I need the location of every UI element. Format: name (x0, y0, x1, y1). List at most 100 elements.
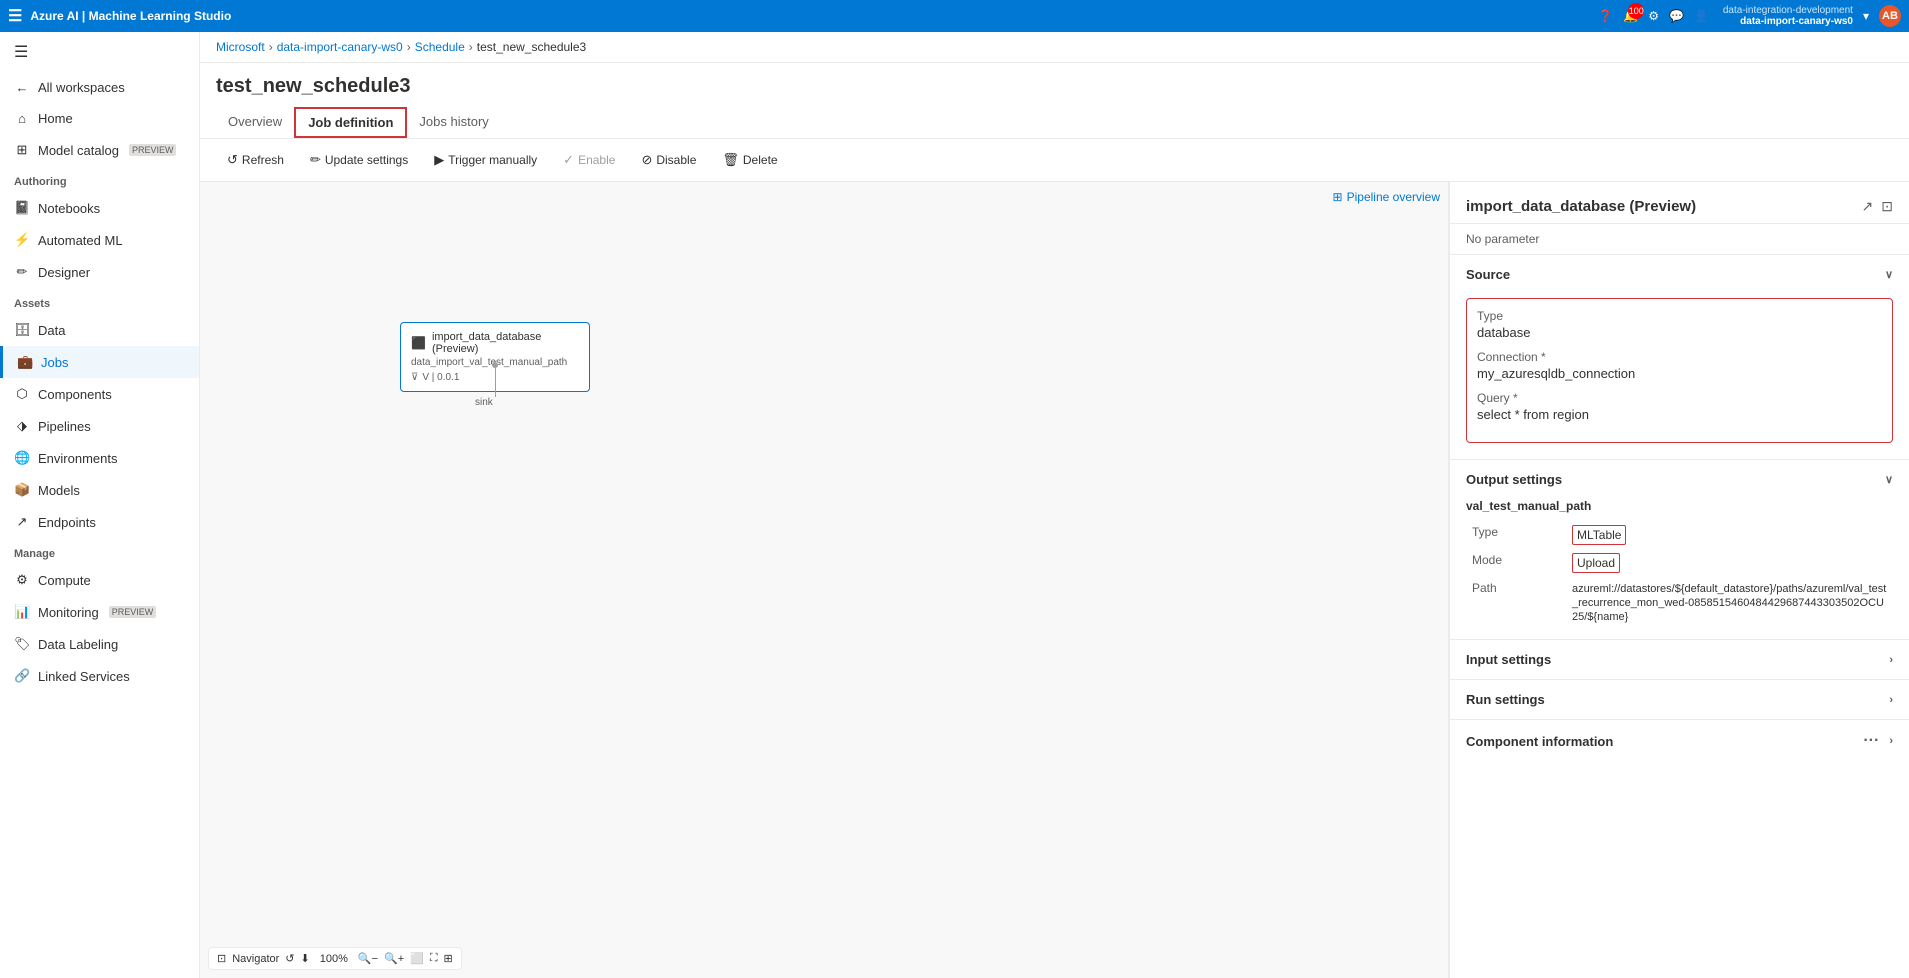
content-area: Microsoft › data-import-canary-ws0 › Sch… (200, 32, 1909, 978)
hamburger-icon[interactable]: ☰ (8, 6, 22, 26)
sidebar-item-compute[interactable]: ⚙ Compute (0, 564, 199, 596)
output-name: val_test_manual_path (1466, 499, 1893, 513)
sidebar-item-data-labeling[interactable]: 🏷 Data Labeling (0, 628, 199, 660)
trigger-manually-button[interactable]: ▶ Trigger manually (423, 147, 548, 173)
tab-job-definition[interactable]: Job definition (294, 107, 407, 138)
sidebar-item-data[interactable]: 🗄 Data (0, 314, 199, 346)
source-accordion-header[interactable]: Source ∨ (1450, 255, 1909, 294)
pipelines-icon: ⬗ (14, 418, 30, 434)
sidebar-label-endpoints: Endpoints (38, 515, 96, 530)
input-chevron-icon: › (1889, 654, 1893, 666)
back-icon: ← (14, 80, 30, 95)
zoom-level: 100% (320, 953, 348, 965)
refresh-icon: ↺ (227, 152, 238, 168)
sidebar-item-monitoring[interactable]: 📊 Monitoring PREVIEW (0, 596, 199, 628)
expand-icon[interactable]: ↗ (1862, 198, 1874, 215)
right-panel-header: import_data_database (Preview) ↗ ⊡ (1450, 182, 1909, 224)
sidebar-item-notebooks[interactable]: 📓 Notebooks (0, 192, 199, 224)
canvas-bottom-toolbar: ⊡ Navigator ↺ ⬇ 100% 🔍− 🔍+ ⬜ ⛶ ⊞ (208, 947, 462, 970)
zoom-out-icon[interactable]: 🔍− (358, 952, 378, 965)
pipeline-overview-icon: ⊞ (1333, 190, 1343, 204)
right-panel: import_data_database (Preview) ↗ ⊡ No pa… (1449, 182, 1909, 978)
designer-icon: ✏ (14, 264, 30, 280)
breadcrumb-microsoft[interactable]: Microsoft (216, 40, 265, 54)
settings-icon[interactable]: ⚙ (1648, 9, 1659, 23)
version-icon: ⊽ (411, 372, 418, 383)
help-icon[interactable]: ❓ (1598, 9, 1613, 23)
monitoring-preview-badge: PREVIEW (109, 606, 157, 618)
sidebar-label-data: Data (38, 323, 65, 338)
sidebar-item-components[interactable]: ⬡ Components (0, 378, 199, 410)
navigator-icon: ⊡ (217, 952, 226, 965)
endpoints-icon: ↗ (14, 514, 30, 530)
model-catalog-icon: ⊞ (14, 142, 30, 158)
fit-view-icon[interactable]: ⬜ (410, 952, 424, 965)
run-settings-accordion[interactable]: Run settings › (1450, 680, 1909, 720)
no-parameter: No parameter (1450, 224, 1909, 255)
output-mode-value: Upload (1566, 549, 1893, 577)
more-options-icon[interactable]: ··· (1863, 732, 1879, 750)
sidebar-item-model-catalog[interactable]: ⊞ Model catalog PREVIEW (0, 134, 199, 166)
connector-line (495, 367, 496, 397)
delete-button[interactable]: 🗑 Delete (711, 147, 788, 173)
type-field: Type database (1477, 309, 1882, 340)
sidebar-label-linked-services: Linked Services (38, 669, 130, 684)
input-settings-accordion[interactable]: Input settings › (1450, 640, 1909, 680)
zoom-in-icon[interactable]: 🔍+ (384, 952, 404, 965)
sidebar-item-models[interactable]: 📦 Models (0, 474, 199, 506)
fullscreen-icon[interactable]: ⛶ (430, 952, 438, 965)
sidebar-item-jobs[interactable]: 💼 Jobs (0, 346, 199, 378)
pipeline-overview-button[interactable]: ⊞ Pipeline overview (1333, 190, 1440, 204)
notification-icon[interactable]: 🔔 100 (1623, 9, 1638, 23)
user-icon[interactable]: 👤 (1694, 9, 1709, 23)
feedback-icon[interactable]: 💬 (1669, 9, 1684, 23)
topbar-left: ☰ Azure AI | Machine Learning Studio (8, 6, 231, 26)
tab-overview[interactable]: Overview (216, 106, 294, 139)
sidebar-item-environments[interactable]: 🌐 Environments (0, 442, 199, 474)
app-title: Azure AI | Machine Learning Studio (30, 9, 231, 23)
manage-header: Manage (0, 538, 199, 564)
breadcrumb-sep-2: › (407, 40, 411, 54)
component-info-label: Component information (1466, 734, 1613, 749)
download-icon[interactable]: ⬇ (301, 952, 310, 965)
refresh-button[interactable]: ↺ Refresh (216, 147, 295, 173)
sidebar-item-automated-ml[interactable]: ⚡ Automated ML (0, 224, 199, 256)
tab-jobs-history[interactable]: Jobs history (407, 106, 500, 139)
component-info-accordion[interactable]: Component information ··· › (1450, 720, 1909, 762)
sidebar-item-linked-services[interactable]: 🔗 Linked Services (0, 660, 199, 692)
enable-icon: ✓ (563, 152, 574, 168)
sidebar-hamburger[interactable]: ☰ (0, 32, 199, 72)
data-labeling-icon: 🏷 (14, 636, 30, 652)
enable-button[interactable]: ✓ Enable (552, 147, 626, 173)
breadcrumb-schedule[interactable]: Schedule (415, 40, 465, 54)
output-path-row: Path azureml://datastores/${default_data… (1466, 577, 1893, 627)
output-type-val: MLTable (1572, 525, 1626, 545)
breadcrumb-workspace[interactable]: data-import-canary-ws0 (277, 40, 403, 54)
sidebar-label-jobs: Jobs (41, 355, 68, 370)
sidebar-item-endpoints[interactable]: ↗ Endpoints (0, 506, 199, 538)
sidebar-label-data-labeling: Data Labeling (38, 637, 118, 652)
sidebar-item-pipelines[interactable]: ⬗ Pipelines (0, 410, 199, 442)
disable-button[interactable]: ⊘ Disable (630, 147, 707, 173)
output-settings-accordion: Output settings ∨ val_test_manual_path T… (1450, 460, 1909, 640)
sidebar-label-components: Components (38, 387, 112, 402)
node-name: import_data_database (Preview) (432, 331, 579, 355)
source-chevron-icon: ∨ (1885, 268, 1893, 281)
refresh-canvas-icon[interactable]: ↺ (285, 952, 294, 965)
run-chevron-icon: › (1889, 694, 1893, 706)
update-settings-button[interactable]: ✏ Update settings (299, 147, 419, 173)
close-panel-icon[interactable]: ⊡ (1881, 198, 1893, 215)
sidebar-item-back[interactable]: ← All workspaces (0, 72, 199, 103)
output-mode-val: Upload (1572, 553, 1620, 573)
navigator-label: Navigator (232, 953, 279, 965)
sidebar-item-designer[interactable]: ✏ Designer (0, 256, 199, 288)
output-settings-accordion-header[interactable]: Output settings ∨ (1450, 460, 1909, 499)
grid-icon[interactable]: ⊞ (444, 952, 453, 965)
workspace-env: data-integration-development (1723, 5, 1853, 16)
sidebar-item-home[interactable]: ⌂ Home (0, 103, 199, 134)
type-value: database (1477, 325, 1882, 340)
canvas[interactable]: ⊞ Pipeline overview ⬛ import_data_databa… (200, 182, 1449, 978)
type-label: Type (1477, 309, 1882, 323)
dropdown-icon[interactable]: ▾ (1863, 9, 1869, 23)
account-avatar[interactable]: AB (1879, 5, 1901, 27)
